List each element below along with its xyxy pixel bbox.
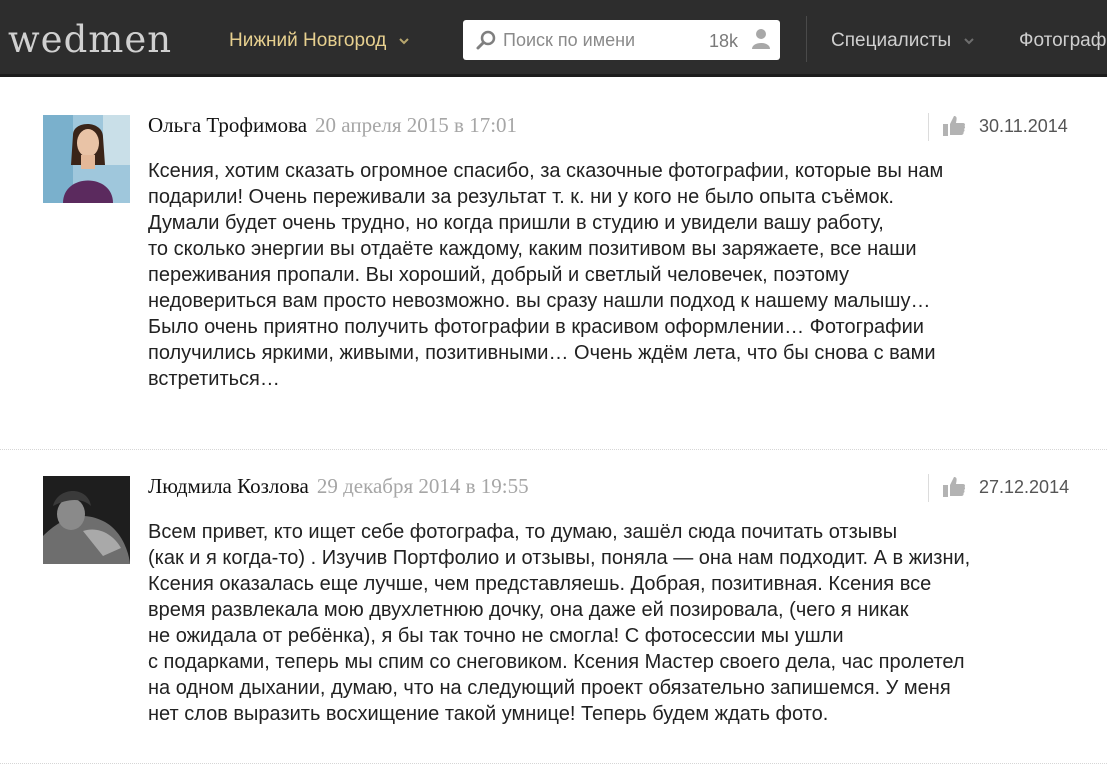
- chevron-down-icon: [399, 38, 410, 45]
- review-text: Всем привет, кто ищет себе фотографа, то…: [148, 521, 971, 725]
- avatar[interactable]: [43, 115, 130, 203]
- search-input[interactable]: [503, 26, 693, 54]
- header-divider: [806, 16, 807, 62]
- review-date: 29 декабря 2014 в 19:55: [316, 474, 529, 498]
- meta-divider: [928, 474, 929, 502]
- event-date: 30.11.2014: [979, 116, 1068, 136]
- review-text: Ксения, хотим сказать огромное спасибо, …: [148, 160, 944, 390]
- event-date: 27.12.2014: [979, 477, 1070, 497]
- search-icon[interactable]: [475, 29, 497, 51]
- nav-photographers[interactable]: Фотограф: [1019, 30, 1106, 52]
- chevron-down-icon: [964, 38, 974, 45]
- user-icon: [752, 29, 770, 49]
- author-name[interactable]: Людмила Козлова: [148, 474, 309, 498]
- search-box: 18k: [463, 20, 780, 60]
- thumbs-up-icon[interactable]: [942, 114, 966, 138]
- review-separator: [0, 763, 1107, 764]
- meta-divider: [928, 113, 929, 141]
- author-name[interactable]: Ольга Трофимова: [148, 113, 307, 137]
- city-label: Нижний Новгород: [229, 30, 387, 51]
- review-author: Ольга Трофимова 20 апреля 2015 в 17:01: [148, 113, 517, 138]
- users-count: 18k: [709, 31, 739, 51]
- city-selector[interactable]: Нижний Новгород: [229, 30, 410, 52]
- avatar[interactable]: [43, 476, 130, 564]
- review-separator: [0, 449, 1107, 450]
- review-author: Людмила Козлова 29 декабря 2014 в 19:55: [148, 474, 529, 499]
- nav-specialists-label: Специалисты: [831, 30, 952, 51]
- site-logo[interactable]: wedmen: [8, 18, 172, 61]
- top-header: wedmen Нижний Новгород 18k Специалисты Ф…: [0, 0, 1107, 77]
- review-date: 20 апреля 2015 в 17:01: [315, 113, 518, 137]
- nav-specialists[interactable]: Специалисты: [831, 30, 975, 52]
- thumbs-up-icon[interactable]: [942, 475, 966, 499]
